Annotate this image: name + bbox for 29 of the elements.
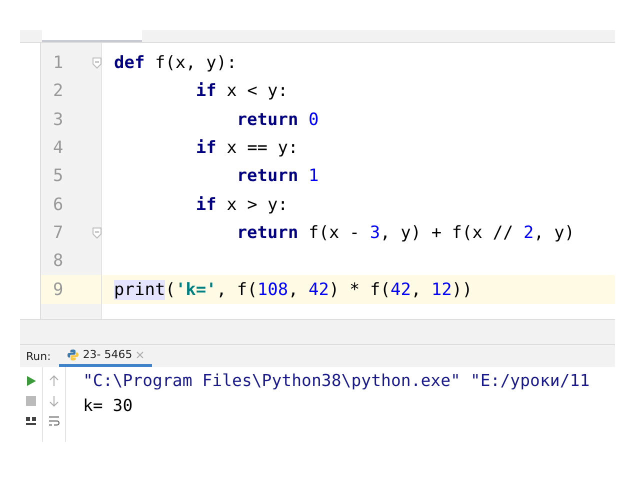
line-number: 4 <box>52 138 64 158</box>
line-number: 8 <box>52 251 64 272</box>
line-number: 5 <box>52 166 64 186</box>
line-number: 1 <box>52 53 64 74</box>
soft-wrap-icon[interactable] <box>48 415 60 427</box>
line-number: 9 <box>52 280 64 300</box>
run-label: Run: <box>25 348 52 364</box>
code-line: if x > y: <box>196 194 288 215</box>
python-icon <box>66 348 79 360</box>
code-line: if x == y: <box>196 138 298 158</box>
output-line: k= 30 <box>83 396 134 415</box>
line-number: 6 <box>52 194 64 215</box>
line-number: 7 <box>52 222 64 243</box>
line-number: 3 <box>52 110 64 130</box>
code-line: if x < y: <box>196 81 288 102</box>
command-line: "C:\Program Files\Python38\python.exe" "E:/уроки/11 <box>83 371 590 390</box>
stop-icon[interactable] <box>25 395 37 407</box>
close-icon[interactable] <box>136 350 144 358</box>
run-icon[interactable] <box>25 375 37 387</box>
layout-icon[interactable] <box>25 415 37 427</box>
code-line: return f(x - 3, y) + f(x // 2, y) <box>236 222 575 243</box>
code-line: def f(x, y): <box>114 53 237 74</box>
down-arrow-icon[interactable] <box>48 395 60 407</box>
code-line: return 1 <box>236 166 319 186</box>
code-line: return 0 <box>236 110 319 130</box>
fold-icon[interactable] <box>92 226 102 239</box>
up-arrow-icon[interactable] <box>48 375 60 387</box>
line-number: 2 <box>52 81 64 102</box>
code-line: print('k=', f(108, 42) * f(42, 12)) <box>114 280 472 300</box>
